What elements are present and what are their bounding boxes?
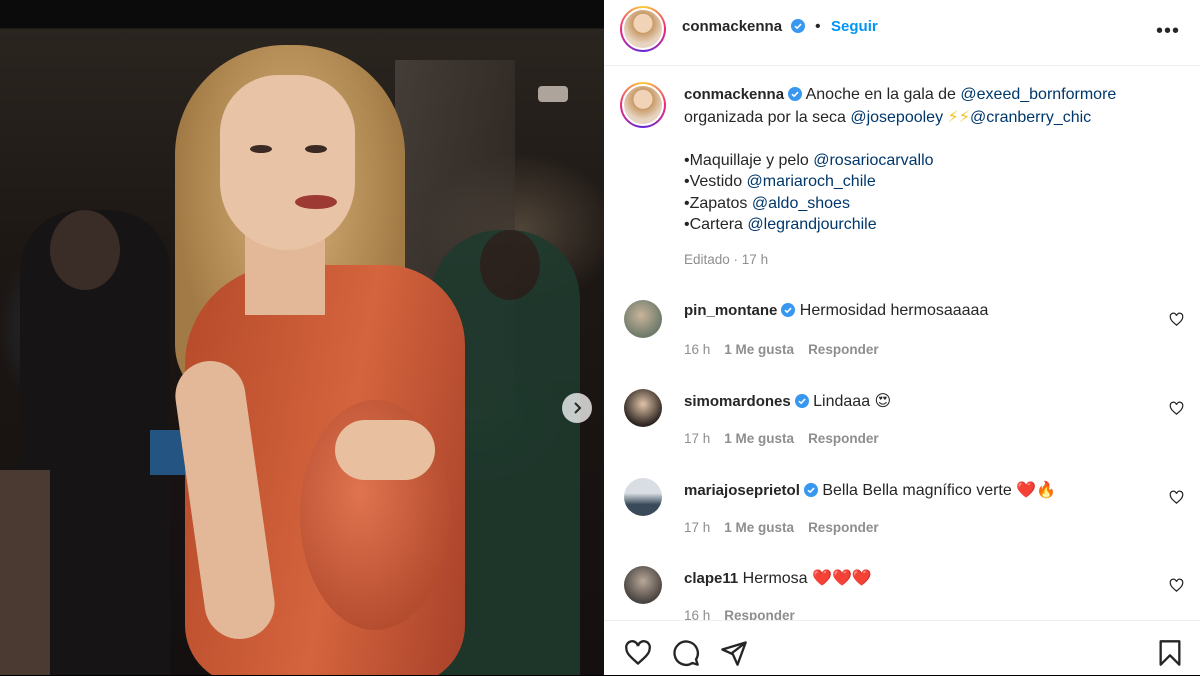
comment-likes[interactable]: 1 Me gusta [724,520,794,535]
mention-link[interactable]: @exeed_bornformore [960,86,1116,103]
comment-icon[interactable] [672,639,700,667]
comment-item: pin_montane Hermosidad hermosaaaaa 16 h1… [604,300,1200,389]
verified-badge-icon [788,87,803,101]
heart-eyes-emoji: 😍 [874,391,892,410]
commenter-avatar[interactable] [624,300,662,338]
header-user-row: conmackenna • Seguir [682,18,878,36]
caption-line: •Zapatos [684,194,752,212]
comment-likes[interactable]: 1 Me gusta [724,342,794,357]
caption-line: •Maquillaje y pelo [684,151,814,169]
edited-label: Editado [684,252,730,267]
instagram-post-view: conmackenna • Seguir ••• conmackenna Ano… [0,0,1200,675]
comment-text-row: clape11 Hermosa ❤️❤️❤️ [684,568,872,588]
more-options-icon[interactable]: ••• [1156,20,1180,43]
commenter-avatar[interactable] [624,478,662,516]
post-photo[interactable] [0,0,604,675]
post-caption: conmackenna Anoche en la gala de @exeed_… [684,84,1174,236]
reply-button[interactable]: Responder [808,431,879,446]
commenter-username[interactable]: pin_montane [684,302,777,319]
mention-link[interactable]: @mariaroch_chile [747,173,876,190]
lightning-emoji: ⚡⚡ [947,106,970,126]
post-action-bar [604,620,1200,676]
mention-link[interactable]: @rosariocarvallo [813,152,933,169]
commenter-username[interactable]: simomardones [684,393,791,410]
verified-badge-icon [790,19,805,33]
caption-username[interactable]: conmackenna [684,86,784,103]
like-comment-heart-icon[interactable] [1169,490,1184,505]
bookmark-icon[interactable] [1156,639,1184,667]
comment-time[interactable]: 17 h [684,520,710,535]
send-icon[interactable] [720,639,748,667]
comment-time[interactable]: 17 h [684,431,710,446]
reply-button[interactable]: Responder [808,520,879,535]
follow-button[interactable]: Seguir [831,18,878,35]
like-comment-heart-icon[interactable] [1169,312,1184,327]
comment-text-row: mariajoseprietol Bella Bella magnífico v… [684,480,1056,500]
caption-text: organizada por la seca [684,108,851,126]
caption-line: •Cartera [684,216,748,233]
post-details-panel: conmackenna • Seguir ••• conmackenna Ano… [604,0,1200,675]
caption-line: •Vestido [684,173,747,190]
commenter-username[interactable]: clape11 [684,570,738,587]
comment-item: mariajoseprietol Bella Bella magnífico v… [604,478,1200,567]
caption-text: Anoche en la gala de [805,86,961,103]
commenter-username[interactable]: mariajoseprietol [684,482,800,499]
mention-link[interactable]: @cranberry_chic [970,109,1091,126]
comment-item: clape11 Hermosa ❤️❤️❤️ 16 h Responder [604,566,1200,620]
mention-link[interactable]: @aldo_shoes [752,195,850,212]
comment-text: Bella Bella magnífico verte [822,482,1017,499]
woman-hand [335,420,435,480]
comment-meta: 17 h 1 Me gusta Responder [684,520,893,535]
woman-lips [295,195,337,209]
chevron-right-icon [574,402,582,414]
next-photo-button[interactable] [562,393,592,423]
like-comment-heart-icon[interactable] [1169,578,1184,593]
comment-meta: 16 h Responder [684,608,809,620]
comment-time[interactable]: 16 h [684,608,710,620]
woman-face [220,75,355,250]
mention-link[interactable]: @josepooley [850,109,943,126]
like-comment-heart-icon[interactable] [1169,401,1184,416]
caption-time[interactable]: 17 h [742,252,768,267]
comment-time[interactable]: 16 h [684,342,710,357]
commenter-avatar[interactable] [624,566,662,604]
author-avatar[interactable] [620,6,666,52]
mention-link[interactable]: @legrandjourchile [747,216,876,233]
heart-fire-emoji: ❤️🔥 [1016,480,1057,499]
comment-text: Hermosidad hermosaaaaa [799,302,989,319]
commenter-avatar[interactable] [624,389,662,427]
comment-text: Lindaaa [813,393,875,410]
reply-button[interactable]: Responder [724,608,795,620]
caption-meta: Editado · 17 h [684,252,769,267]
author-username[interactable]: conmackenna [682,18,782,35]
comment-likes[interactable]: 1 Me gusta [724,431,794,446]
verified-badge-icon [794,394,809,408]
red-hearts-emoji: ❤️❤️❤️ [812,568,872,587]
woman-eye [250,145,272,153]
comment-text-row: pin_montane Hermosidad hermosaaaaa [684,302,988,320]
comment-meta: 17 h 1 Me gusta Responder [684,431,893,446]
separator-dot: • [814,18,821,35]
caption-avatar[interactable] [620,82,666,128]
heart-icon[interactable] [624,639,652,667]
verified-badge-icon [803,483,818,497]
comment-item: simomardones Lindaaa 😍 17 h 1 Me gusta Res… [604,389,1200,478]
verified-badge-icon [781,303,796,317]
background-stool [0,470,50,675]
comment-meta: 16 h 1 Me gusta Responder [684,342,893,357]
background-light [538,86,568,102]
comments-scroll-area[interactable]: conmackenna Anoche en la gala de @exeed_… [604,66,1200,620]
reply-button[interactable]: Responder [808,342,879,357]
comment-text-row: simomardones Lindaaa 😍 [684,391,891,411]
woman-eye [305,145,327,153]
post-header: conmackenna • Seguir ••• [604,0,1200,66]
comment-text: Hermosa [742,570,813,587]
